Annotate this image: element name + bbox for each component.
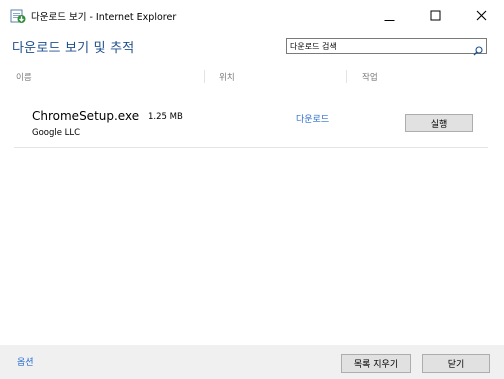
maximize-button[interactable]	[412, 0, 458, 30]
search-input[interactable]	[290, 39, 470, 53]
minimize-icon	[384, 10, 395, 21]
run-button[interactable]: 실행	[405, 114, 473, 132]
column-header-location[interactable]: 위치	[219, 71, 235, 83]
close-dialog-button[interactable]: 닫기	[422, 354, 490, 373]
clear-list-button[interactable]: 목록 지우기	[341, 354, 411, 373]
download-file-name: ChromeSetup.exe	[32, 109, 140, 123]
close-button[interactable]	[458, 0, 504, 30]
download-row[interactable]: ChromeSetup.exe 1.25 MB Google LLC 다운로드 …	[14, 99, 488, 148]
column-header-name[interactable]: 이름	[16, 71, 32, 83]
download-publisher: Google LLC	[32, 128, 81, 138]
column-divider[interactable]	[204, 70, 205, 83]
column-divider[interactable]	[346, 70, 347, 83]
search-icon[interactable]	[473, 41, 483, 56]
search-box[interactable]	[286, 38, 487, 56]
ie-download-icon	[10, 8, 26, 24]
footer: 옵션 목록 지우기 닫기	[0, 345, 504, 379]
close-icon	[476, 10, 487, 21]
window-title: 다운로드 보기 - Internet Explorer	[31, 12, 177, 23]
download-location-link[interactable]: 다운로드	[296, 112, 329, 125]
title-bar: 다운로드 보기 - Internet Explorer	[0, 0, 504, 30]
page-title: 다운로드 보기 및 추적	[12, 41, 135, 56]
maximize-icon	[430, 10, 441, 21]
download-file-size: 1.25 MB	[148, 112, 183, 122]
column-headers: 이름 위치 작업	[0, 68, 504, 86]
options-link[interactable]: 옵션	[17, 355, 34, 368]
minimize-button[interactable]	[366, 0, 412, 30]
column-header-action[interactable]: 작업	[362, 71, 378, 83]
